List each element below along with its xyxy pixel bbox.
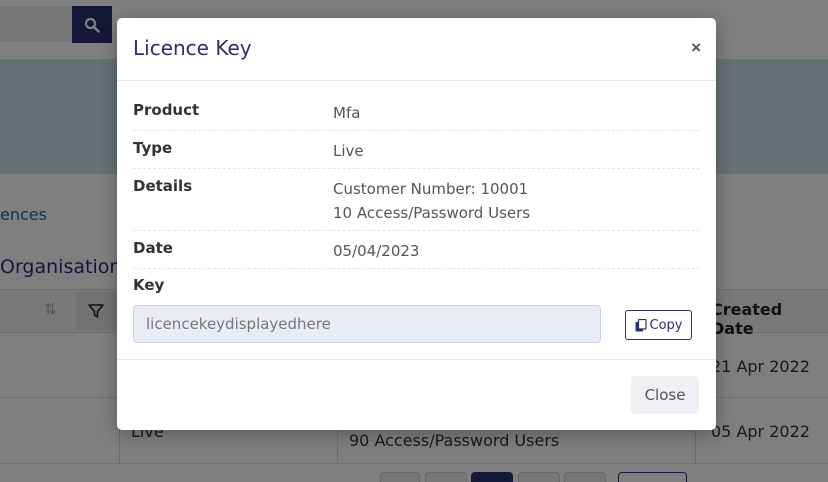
copy-icon <box>635 318 647 331</box>
detail-value: 05/04/2023 <box>333 242 420 260</box>
copy-button-label: Copy <box>649 317 683 333</box>
detail-value: Mfa <box>333 104 361 122</box>
close-icon[interactable]: × <box>691 38 701 58</box>
detail-label: Product <box>133 101 200 119</box>
close-button[interactable]: Close <box>631 376 699 414</box>
detail-row-type: Type Live <box>133 131 700 169</box>
detail-label: Date <box>133 239 173 257</box>
detail-label: Type <box>133 139 173 157</box>
detail-line: 10 Access/Password Users <box>333 204 531 222</box>
licence-key-input[interactable] <box>133 305 601 343</box>
licence-key-modal: Licence Key × Product Mfa Type Live Deta… <box>117 18 716 430</box>
modal-footer: Close <box>117 359 716 430</box>
detail-line: Customer Number: 10001 <box>333 180 529 198</box>
modal-header: Licence Key × <box>117 18 716 81</box>
detail-row-date: Date 05/04/2023 <box>133 231 700 269</box>
detail-row-details: Details Customer Number: 10001 10 Access… <box>133 169 700 231</box>
detail-value: Customer Number: 10001 10 Access/Passwor… <box>333 177 530 225</box>
detail-row-product: Product Mfa <box>133 93 700 131</box>
detail-label: Details <box>133 177 193 195</box>
detail-value: Live <box>333 142 364 160</box>
copy-button[interactable]: Copy <box>625 310 692 340</box>
key-label: Key <box>133 276 165 294</box>
modal-title: Licence Key <box>133 36 252 60</box>
